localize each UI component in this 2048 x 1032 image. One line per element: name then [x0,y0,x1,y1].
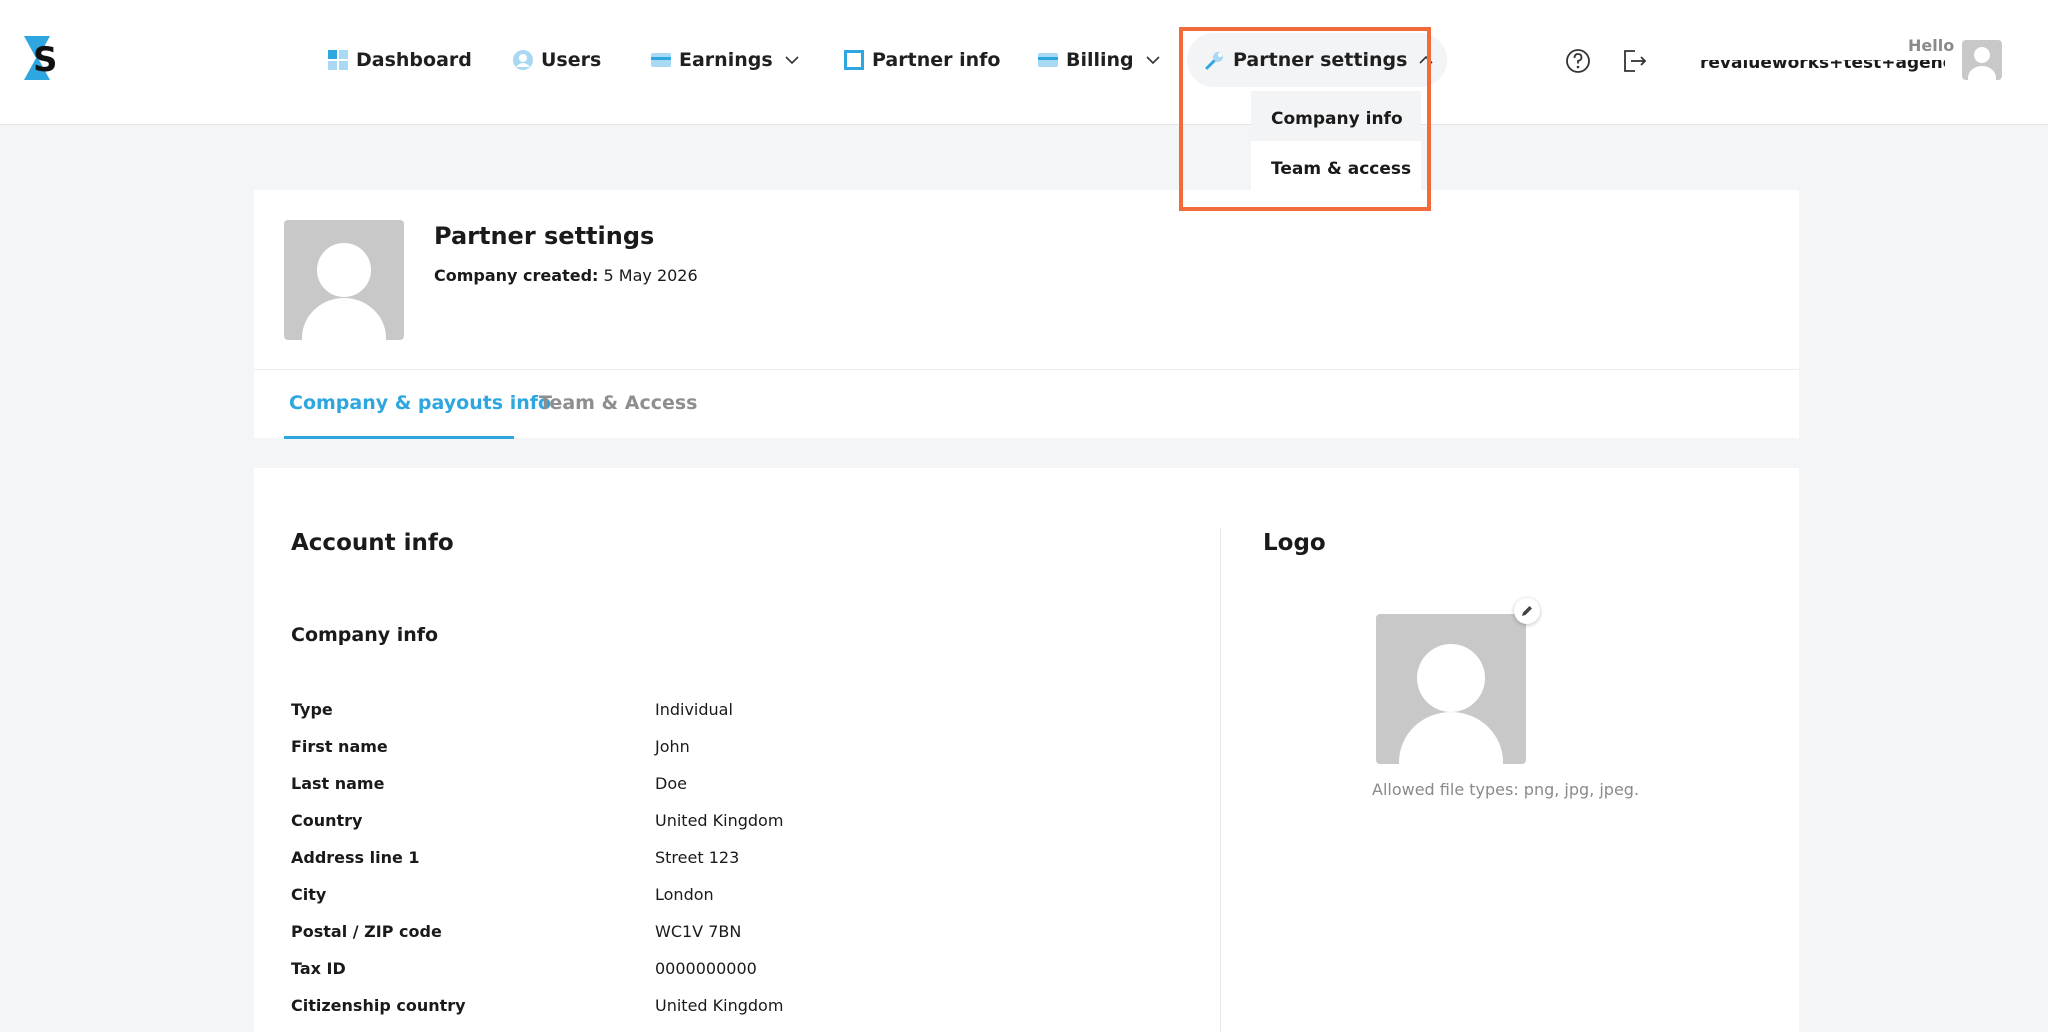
tab-company-payouts[interactable]: Company & payouts info [289,392,551,414]
account-info-card: Account info Company info Type Individua… [254,468,1799,1032]
company-created-value: 5 May 2026 [603,266,698,285]
column-divider [1220,528,1221,1032]
nav-partner-info-label: Partner info [872,49,1001,71]
nav-dashboard-label: Dashboard [356,49,472,71]
logo-title: Logo [1263,530,1326,556]
nav-dashboard[interactable]: Dashboard [328,40,472,80]
row-value: 0000000000 [655,959,757,978]
account-info-title: Account info [291,530,454,556]
row-label: Type [291,700,333,719]
nav-billing[interactable]: Billing [1038,40,1160,80]
highlight-annotation [1179,27,1431,211]
user-avatar[interactable] [1962,40,2002,80]
user-email: revalueworks+test+agency@... [1700,60,1945,72]
nav-partner-info[interactable]: Partner info [844,40,1000,80]
company-created: Company created: 5 May 2026 [434,266,698,285]
row-label: Tax ID [291,959,346,978]
users-icon [513,50,533,70]
allowed-file-types: Allowed file types: png, jpg, jpeg. [1372,780,1640,799]
nav-earnings[interactable]: Earnings [651,40,799,80]
nav-earnings-label: Earnings [679,49,773,71]
row-label: Postal / ZIP code [291,922,442,941]
help-icon[interactable] [1563,46,1593,76]
card-icon [651,53,671,67]
row-label: Country [291,811,363,830]
brand-logo-icon[interactable]: S [24,36,64,80]
dashboard-icon [328,50,348,70]
svg-text:S: S [33,40,58,80]
edit-logo-button[interactable] [1514,598,1540,624]
row-value: United Kingdom [655,996,784,1015]
nav-users-label: Users [541,49,602,71]
page-title: Partner settings [434,222,655,250]
company-avatar [284,220,404,340]
active-tab-indicator [284,436,514,439]
nav-users[interactable]: Users [513,40,601,80]
tab-team-access[interactable]: Team & Access [539,392,697,414]
company-logo-placeholder[interactable] [1376,614,1526,764]
row-value: John [655,737,690,756]
top-navigation-bar: S Dashboard Users Earnings Partner info … [0,0,2048,125]
chevron-down-icon [1146,56,1160,65]
person-placeholder-icon [1399,644,1503,764]
greeting-text: Hello [1908,36,1955,55]
row-value: WC1V 7BN [655,922,742,941]
logout-icon[interactable] [1619,46,1649,76]
tabs-divider [254,369,1799,370]
row-label: First name [291,737,388,756]
partner-header-card: Partner settings Company created: 5 May … [254,190,1799,439]
nav-billing-label: Billing [1066,49,1134,71]
row-label: Last name [291,774,385,793]
pencil-icon [1522,606,1532,616]
row-label: City [291,885,327,904]
row-label: Address line 1 [291,848,420,867]
row-value: Street 123 [655,848,740,867]
row-value: Doe [655,774,687,793]
company-info-title: Company info [291,624,439,646]
row-label: Citizenship country [291,996,466,1015]
company-created-label: Company created: [434,266,599,285]
chevron-down-icon [785,56,799,65]
card-icon [1038,53,1058,67]
row-value: United Kingdom [655,811,784,830]
row-value: London [655,885,714,904]
person-placeholder-icon [302,243,386,340]
square-icon [844,50,864,70]
person-placeholder-icon [1968,47,1996,80]
row-value: Individual [655,700,733,719]
